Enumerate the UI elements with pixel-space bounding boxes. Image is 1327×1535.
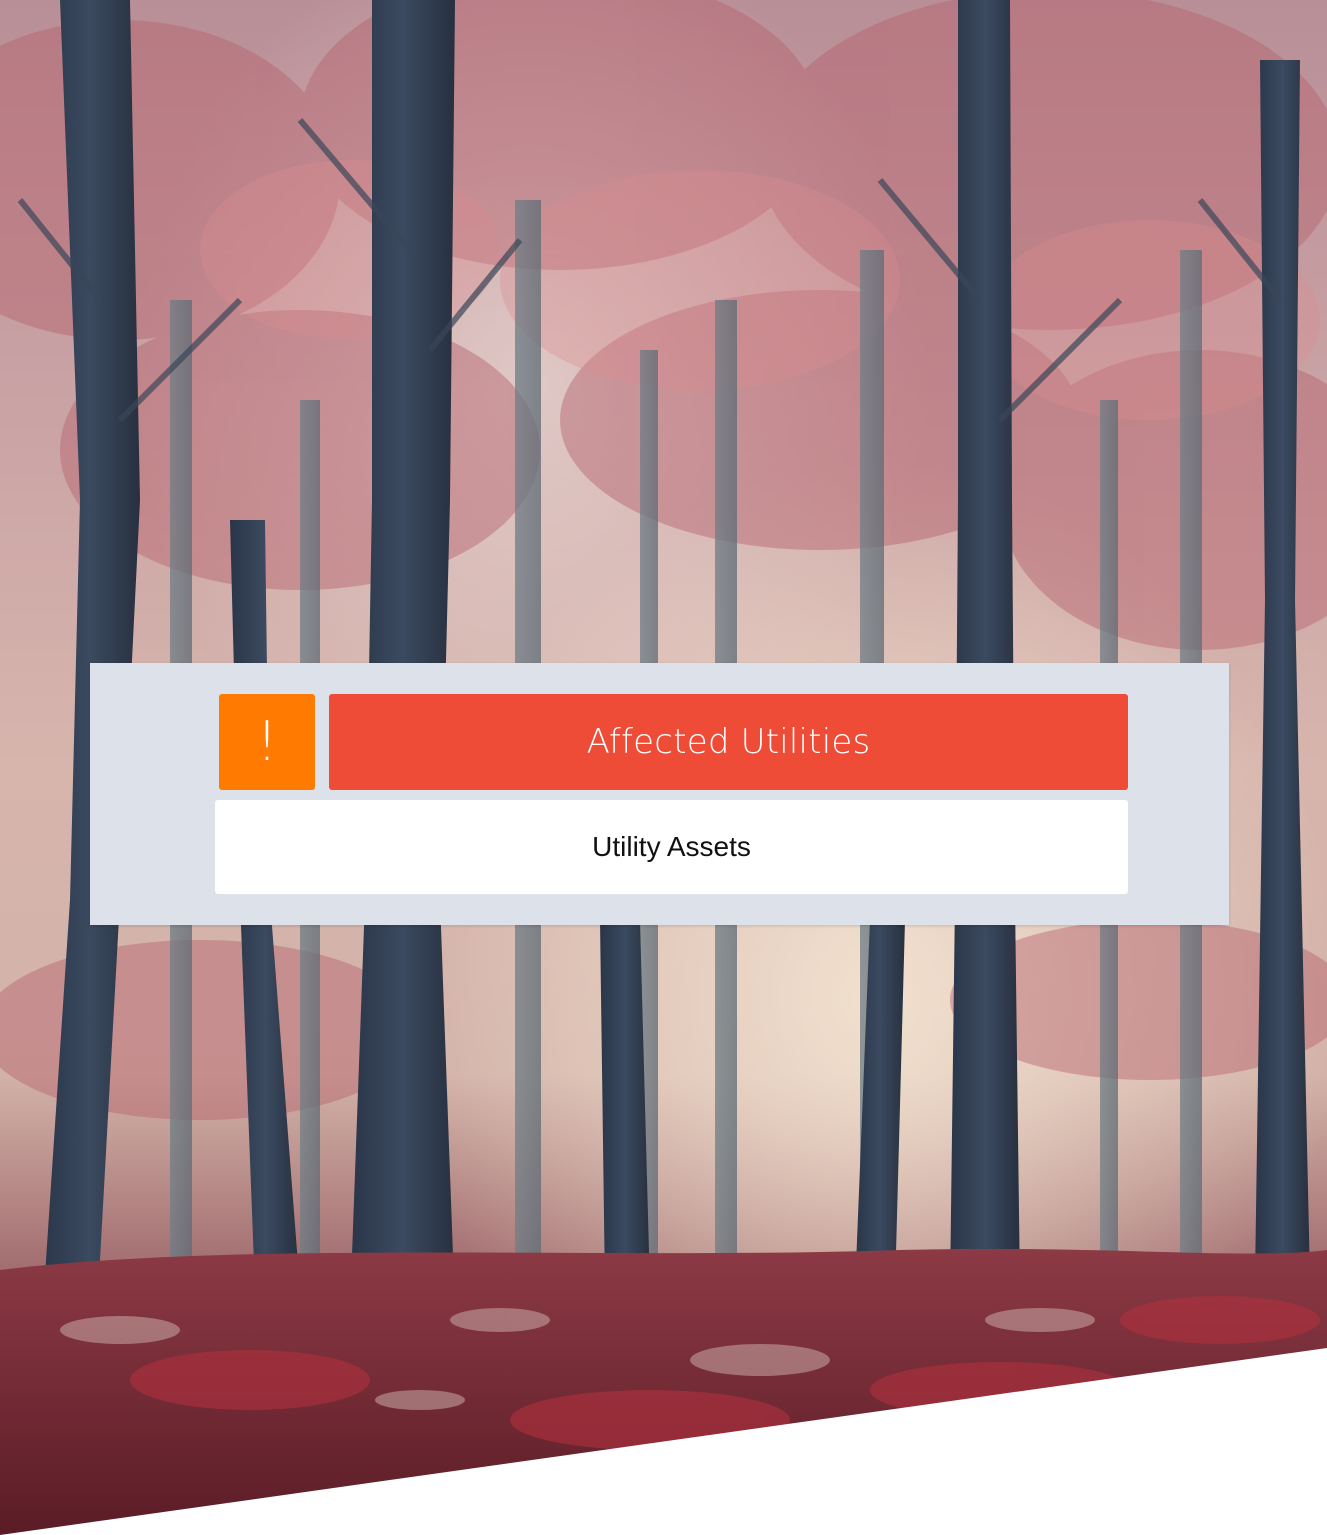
affected-utilities-header: Affected Utilities bbox=[329, 694, 1128, 790]
utilities-panel: ! Affected Utilities Utility Assets bbox=[90, 663, 1229, 925]
utility-assets-item[interactable]: Utility Assets bbox=[215, 800, 1128, 894]
exclamation-icon: ! bbox=[219, 694, 315, 790]
page-canvas: ! Affected Utilities Utility Assets bbox=[0, 0, 1327, 1535]
